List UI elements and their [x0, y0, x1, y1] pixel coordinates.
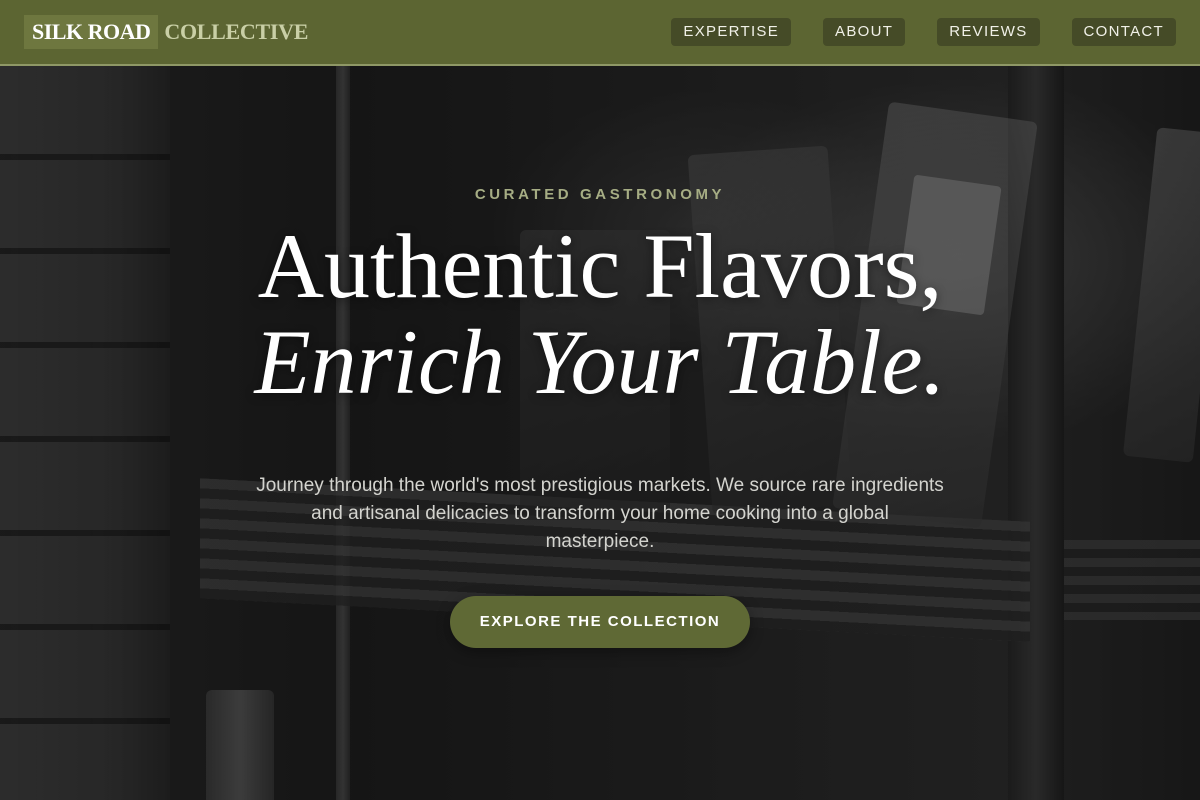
hero-section: CURATED GASTRONOMY Authentic Flavors, En… [0, 186, 1200, 648]
explore-collection-button[interactable]: EXPLORE THE COLLECTION [450, 595, 750, 648]
hero-description: Journey through the world's most prestig… [256, 474, 944, 552]
hero-eyebrow: CURATED GASTRONOMY [474, 186, 726, 203]
brand-name-sub: COLLECTIVE [164, 19, 309, 44]
nav-link-contact[interactable]: CONTACT [1071, 18, 1176, 46]
hero-headline-line1: Authentic Flavors, [257, 215, 943, 317]
hero-headline: Authentic Flavors, Enrich Your Table. [0, 218, 1200, 410]
nav-link-reviews[interactable]: REVIEWS [937, 18, 1040, 46]
top-navbar: SILK ROAD COLLECTIVE EXPERTISE ABOUT REV… [0, 0, 1200, 66]
hero-headline-line2: Enrich Your Table. [254, 311, 946, 413]
nav-links: EXPERTISE ABOUT REVIEWS CONTACT [671, 18, 1176, 46]
nav-link-about[interactable]: ABOUT [823, 18, 906, 46]
nav-link-expertise[interactable]: EXPERTISE [671, 18, 792, 46]
brand-logo[interactable]: SILK ROAD COLLECTIVE [24, 15, 308, 49]
brand-name-main: SILK ROAD [24, 15, 159, 49]
